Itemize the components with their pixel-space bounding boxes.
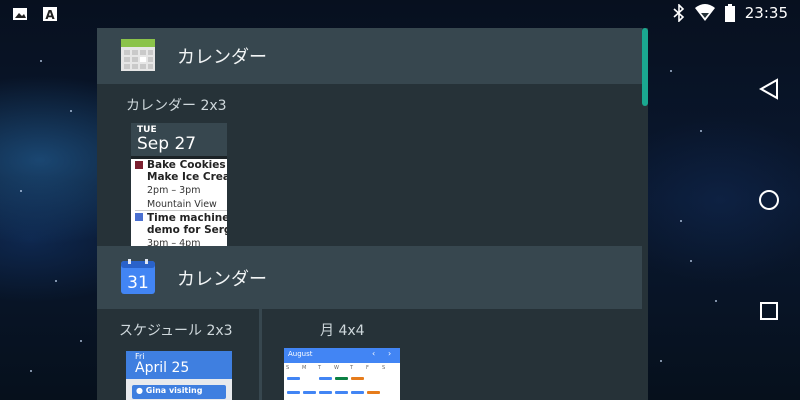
month-week-row xyxy=(286,372,398,384)
widget-picker-panel[interactable]: カレンダー カレンダー 2x3 TUE Sep 27 Bake Cookies … xyxy=(97,28,648,400)
widget-preview-calendar-2x3[interactable]: TUE Sep 27 Bake Cookies & Make Ice Cream… xyxy=(131,123,227,246)
widget-preview-schedule-2x3[interactable]: Fri April 25 ● Gina visiting xyxy=(126,351,232,400)
clock: 23:35 xyxy=(744,4,788,22)
month-week-row xyxy=(286,386,398,398)
event-color-bar xyxy=(135,161,143,169)
widget-column-divider xyxy=(259,309,262,400)
chevron-left-icon: ‹ xyxy=(372,349,376,358)
back-icon xyxy=(758,78,778,100)
home-button[interactable] xyxy=(752,183,786,217)
event-title: Time machine xyxy=(147,212,227,224)
widget-label: スケジュール 2x3 xyxy=(119,323,233,339)
widget-label: 月 4x4 xyxy=(320,323,365,339)
weekday: T xyxy=(318,365,322,371)
status-bar: A 23:35 xyxy=(0,0,800,28)
event-title: Gina visiting xyxy=(145,386,203,395)
bluetooth-icon xyxy=(673,4,684,22)
recents-icon xyxy=(760,302,778,320)
event-title: Bake Cookies & xyxy=(147,159,227,171)
preview-event: ● Gina visiting xyxy=(132,385,226,399)
app-header-calendar-2: 31 カレンダー xyxy=(97,246,642,309)
weekday: T xyxy=(350,365,354,371)
weekday: M xyxy=(302,365,307,371)
weekday-row: S M T W T F S xyxy=(286,365,398,371)
home-icon xyxy=(759,190,779,210)
preview-month-header: August ‹ › xyxy=(284,348,400,363)
event-pin-icon: ● xyxy=(136,386,143,395)
calendar-grid-icon xyxy=(121,39,155,71)
app-header-calendar-1: カレンダー xyxy=(97,28,642,84)
chevron-right-icon: › xyxy=(388,349,392,358)
preview-date-header: Fri April 25 xyxy=(126,351,232,379)
event-time: 3pm – 4pm xyxy=(147,238,201,246)
widget-label: カレンダー 2x3 xyxy=(126,98,227,114)
calendar-31-icon: 31 xyxy=(121,259,155,294)
svg-text:A: A xyxy=(45,8,55,22)
preview-date: April 25 xyxy=(135,360,190,376)
scrollbar-thumb[interactable] xyxy=(642,28,648,106)
event-time: 2pm – 3pm xyxy=(147,185,201,196)
battery-icon xyxy=(724,4,735,22)
preview-date: Sep 27 xyxy=(137,134,197,154)
event-location: Mountain View xyxy=(147,199,217,210)
event-title: demo for Sergey xyxy=(147,224,227,236)
weekday: F xyxy=(366,365,369,371)
weekday: S xyxy=(382,365,386,371)
preview-date-header: TUE Sep 27 xyxy=(131,123,227,156)
event-color-bar xyxy=(135,213,143,221)
wifi-icon xyxy=(694,4,715,21)
app-title: カレンダー xyxy=(177,268,267,290)
event-separator xyxy=(135,210,227,211)
event-title: Make Ice Cream xyxy=(147,171,227,183)
preview-event: Bake Cookies & Make Ice Cream 2pm – 3pm … xyxy=(135,159,227,211)
widget-preview-month-4x4[interactable]: August ‹ › S M T W T F S xyxy=(284,348,400,400)
navigation-bar xyxy=(740,28,800,400)
preview-event: Time machine demo for Sergey 3pm – 4pm xyxy=(135,212,227,246)
weekday: W xyxy=(334,365,339,371)
scrollbar[interactable] xyxy=(642,28,648,400)
calendar-icon-number: 31 xyxy=(127,273,149,293)
recents-button[interactable] xyxy=(752,294,786,328)
weekday: S xyxy=(286,365,290,371)
preview-month: August xyxy=(288,350,313,358)
back-button[interactable] xyxy=(752,72,786,106)
font-a-icon: A xyxy=(43,7,57,22)
app-title: カレンダー xyxy=(177,47,267,68)
image-icon xyxy=(13,8,27,20)
